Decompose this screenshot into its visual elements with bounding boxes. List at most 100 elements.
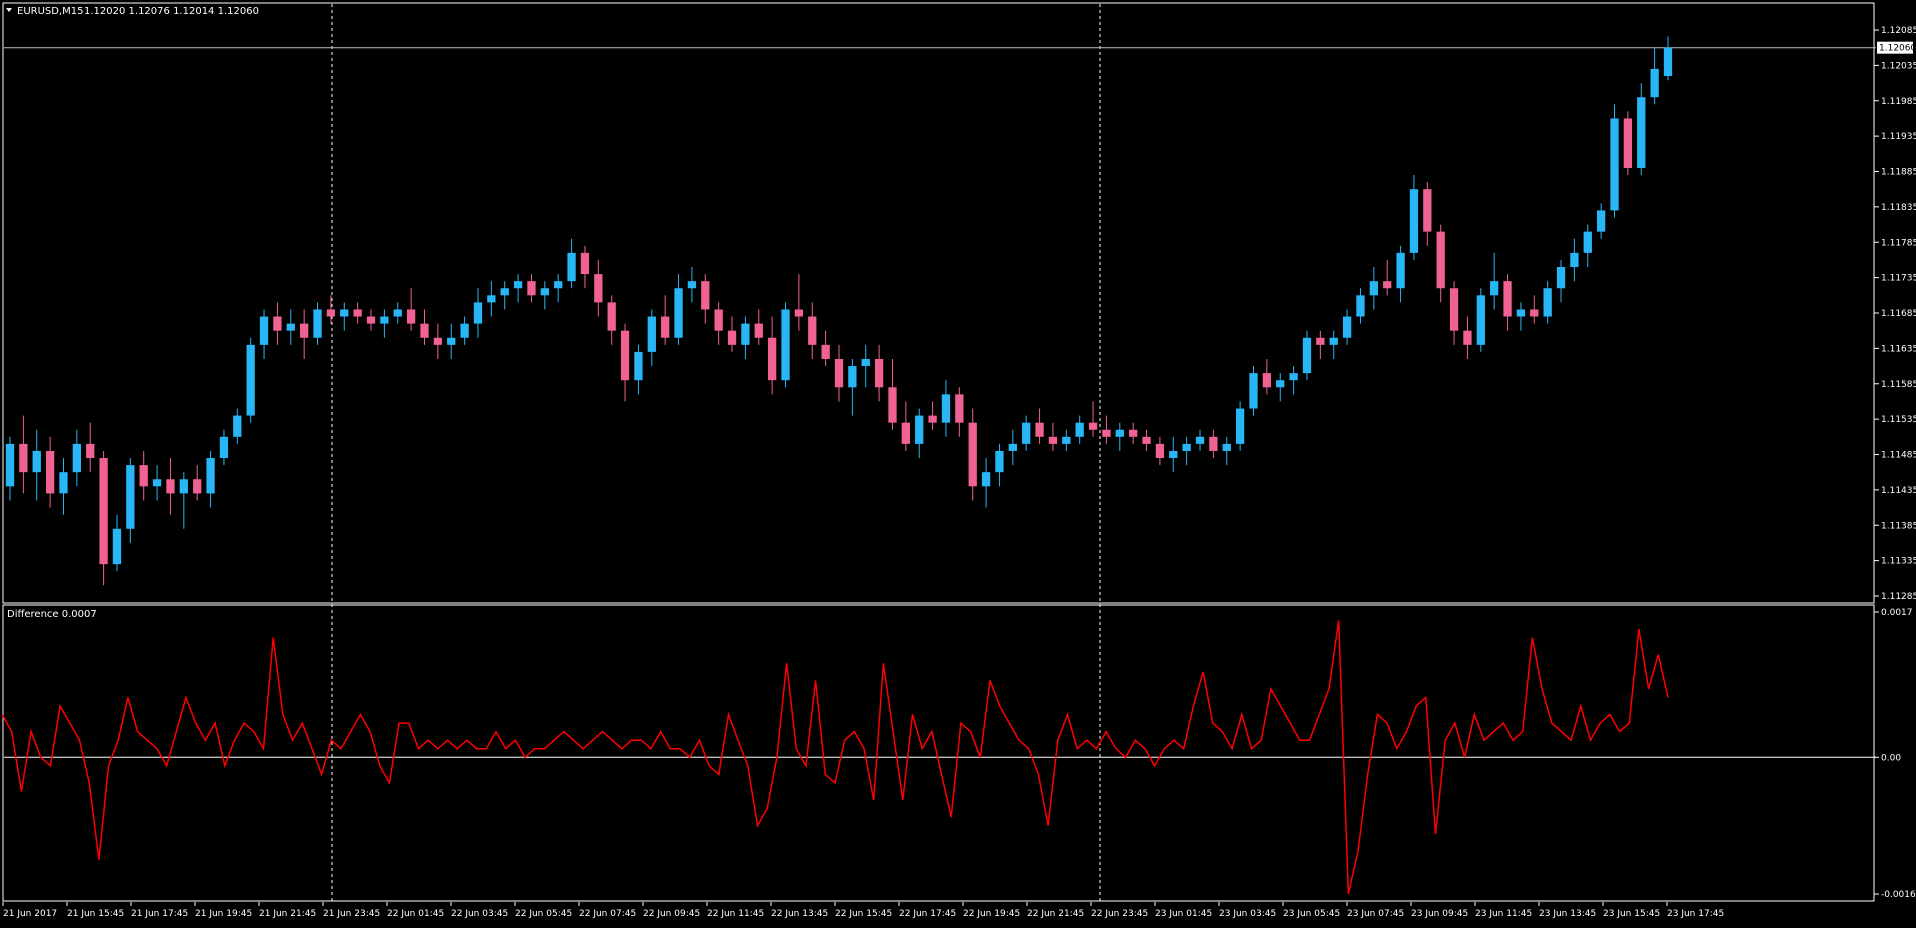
candle [1249,366,1258,416]
candle [246,337,255,423]
candle-body [179,479,188,494]
candle-body [473,302,483,324]
candle-body [1623,118,1633,168]
symbol-label: EURUSD,M15 [17,6,83,17]
ohlc-label: 1.12020 1.12076 1.12014 1.12060 [84,6,259,17]
time-tick-label: 22 Jun 07:45 [579,909,636,919]
candle-body [928,415,937,423]
candle-body [1329,337,1338,345]
candle-body [1302,337,1312,374]
candle-body [540,288,549,296]
candle-body [1436,231,1445,289]
candle-body [1276,380,1285,388]
time-tick-label: 23 Jun 05:45 [1283,909,1340,919]
candle-body [99,458,108,565]
candle-body [286,323,295,331]
time-tick-label: 22 Jun 17:45 [899,909,956,919]
price-tick-label: 1.11985 [1881,97,1916,107]
time-tick-label: 23 Jun 03:45 [1219,909,1276,919]
price-tick-label: 1.11385 [1881,521,1916,531]
indicator-tick-label: 0.0017 [1881,608,1913,618]
candle-body [834,358,844,388]
candle-body [1463,330,1472,345]
candle-body [888,387,897,423]
candle-body [1142,436,1151,444]
candle-body [580,252,590,275]
candle-body [406,309,416,324]
candle-body [72,443,81,473]
price-tick-label: 1.11735 [1881,274,1916,284]
candle-body [233,415,242,437]
candle-body [981,472,991,487]
time-tick-label: 23 Jun 15:45 [1603,909,1660,919]
chart-window: 1.12085 1.12035 1.11985 1.11935 1.11885 1.118… [0,0,1916,924]
candle-body [206,458,215,494]
candle-body [527,281,536,296]
price-tick-label: 1.11685 [1881,309,1916,319]
candle-body [1209,436,1218,451]
indicator-label: Difference 0.0007 [7,609,97,620]
candle [1235,401,1245,451]
candle-body [19,443,28,473]
candle-body [594,274,603,303]
candle-body [193,479,202,494]
time-tick-label: 22 Jun 05:45 [515,909,572,919]
price-tick-label: 1.11935 [1881,132,1916,142]
candle-body [1235,408,1245,444]
price-tick-label: 1.11485 [1881,451,1916,461]
candle-body [781,309,790,381]
candle-body [1383,281,1392,289]
candle-body [968,422,977,487]
candle-body [861,358,870,367]
candle-body [1169,450,1178,459]
candle-body [1316,337,1325,345]
candle-body [1048,436,1058,444]
candle-body [219,436,229,459]
candle-body [32,450,41,473]
candle-body [1369,281,1378,296]
candle-body [1570,252,1579,268]
price-tick-label: 1.11435 [1881,486,1916,496]
candle-body [848,366,857,388]
indicator-tick-label: -0.0016 [1881,890,1916,900]
time-tick-label: 23 Jun 01:45 [1155,909,1212,919]
price-tick-label: 1.12085 [1881,26,1916,36]
candle-body [874,358,884,388]
candle-body [59,472,68,494]
candle [1302,330,1312,381]
price-tick-label: 1.11885 [1881,168,1916,178]
candle-body [1597,210,1606,232]
candle-body [1583,231,1592,253]
price-tick-label: 1.11835 [1881,203,1916,213]
candle-body [741,323,750,345]
time-tick-label: 22 Jun 15:45 [835,909,892,919]
candle-body [1102,429,1111,437]
price-tick-label: 1.11535 [1881,415,1916,425]
candle-body [1530,309,1539,317]
candle-body [674,288,683,338]
candle-body [1449,288,1459,331]
candle-body [1342,316,1352,338]
candle-body [273,316,282,331]
candle-body [567,252,576,282]
candle-body [139,465,148,487]
time-tick-label: 23 Jun 13:45 [1539,909,1596,919]
time-tick-label: 22 Jun 13:45 [771,909,828,919]
candle-body [447,337,456,345]
candle-body [554,281,563,289]
candle-body [647,316,656,352]
time-tick-label: 21 Jun 2017 [3,909,57,919]
candle-body [326,309,336,317]
candle-body [1476,295,1485,345]
candle-body [727,330,737,345]
candle-body [513,281,523,289]
candle-body [1543,288,1552,317]
candle-body [1182,443,1191,451]
time-tick-label: 22 Jun 19:45 [963,909,1020,919]
candle-body [1516,309,1526,317]
candle-body [152,479,162,487]
candle-body [1022,422,1031,444]
indicator-tick-label: 0.00 [1881,753,1901,763]
candle-body [754,323,763,338]
candle-body [433,337,443,345]
